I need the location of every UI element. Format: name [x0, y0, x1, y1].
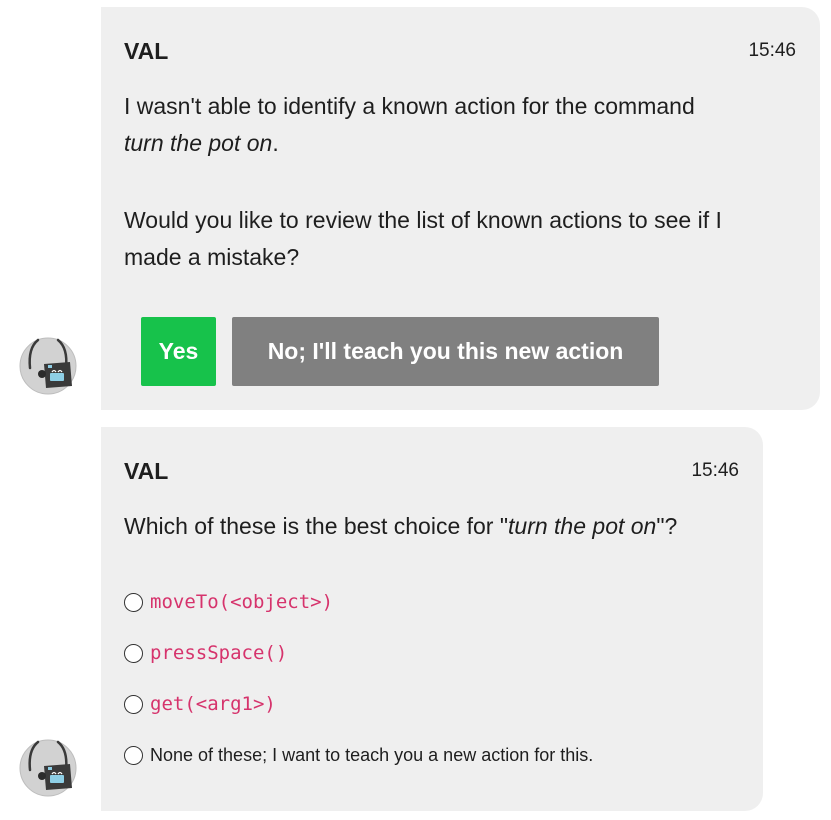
message-line: Would you like to review the list of kno… — [124, 202, 722, 239]
radio-button[interactable] — [124, 643, 143, 663]
message-text: "? — [656, 513, 678, 539]
message-bubble: VAL 15:46 I wasn't able to identify a kn… — [101, 7, 820, 410]
action-option[interactable]: moveTo(<object>) — [124, 589, 333, 615]
message-text: I wasn't able to identify a known action… — [124, 93, 695, 119]
robot-avatar-icon — [19, 337, 77, 395]
radio-button[interactable] — [124, 592, 143, 612]
message-line: turn the pot on. — [124, 125, 279, 162]
message-text: made a mistake? — [124, 244, 300, 270]
message-bubble: VAL 15:46 Which of these is the best cho… — [101, 427, 763, 811]
command-text: turn the pot on — [124, 130, 273, 156]
action-option[interactable]: pressSpace() — [124, 640, 287, 666]
option-label: get(<arg1>) — [150, 693, 276, 715]
message-text: Which of these is the best choice for " — [124, 513, 509, 539]
command-text: turn the pot on — [508, 513, 657, 539]
sender-name: VAL — [124, 38, 169, 64]
option-label: pressSpace() — [150, 642, 288, 664]
yes-button[interactable]: Yes — [141, 317, 216, 386]
sender-name: VAL — [124, 458, 169, 484]
message-time: 15:46 — [748, 40, 796, 61]
question-text: Which of these is the best choice for "t… — [124, 508, 677, 545]
message-text: . — [272, 130, 279, 156]
message-line: I wasn't able to identify a known action… — [124, 88, 695, 125]
robot-avatar-icon — [19, 739, 77, 797]
action-option[interactable]: None of these; I want to teach you a new… — [124, 742, 593, 768]
action-option[interactable]: get(<arg1>) — [124, 691, 276, 717]
message-text: Would you like to review the list of kno… — [124, 207, 722, 233]
avatar — [16, 736, 80, 800]
avatar — [16, 334, 80, 398]
chat-transcript: VAL 15:46 I wasn't able to identify a kn… — [0, 0, 831, 820]
message-time: 15:46 — [691, 460, 739, 481]
message-line: made a mistake? — [124, 239, 299, 276]
option-label: None of these; I want to teach you a new… — [150, 744, 594, 765]
radio-button[interactable] — [124, 694, 143, 714]
teach-new-action-button[interactable]: No; I'll teach you this new action — [232, 317, 659, 386]
option-label: moveTo(<object>) — [150, 591, 334, 613]
radio-button[interactable] — [124, 745, 143, 765]
